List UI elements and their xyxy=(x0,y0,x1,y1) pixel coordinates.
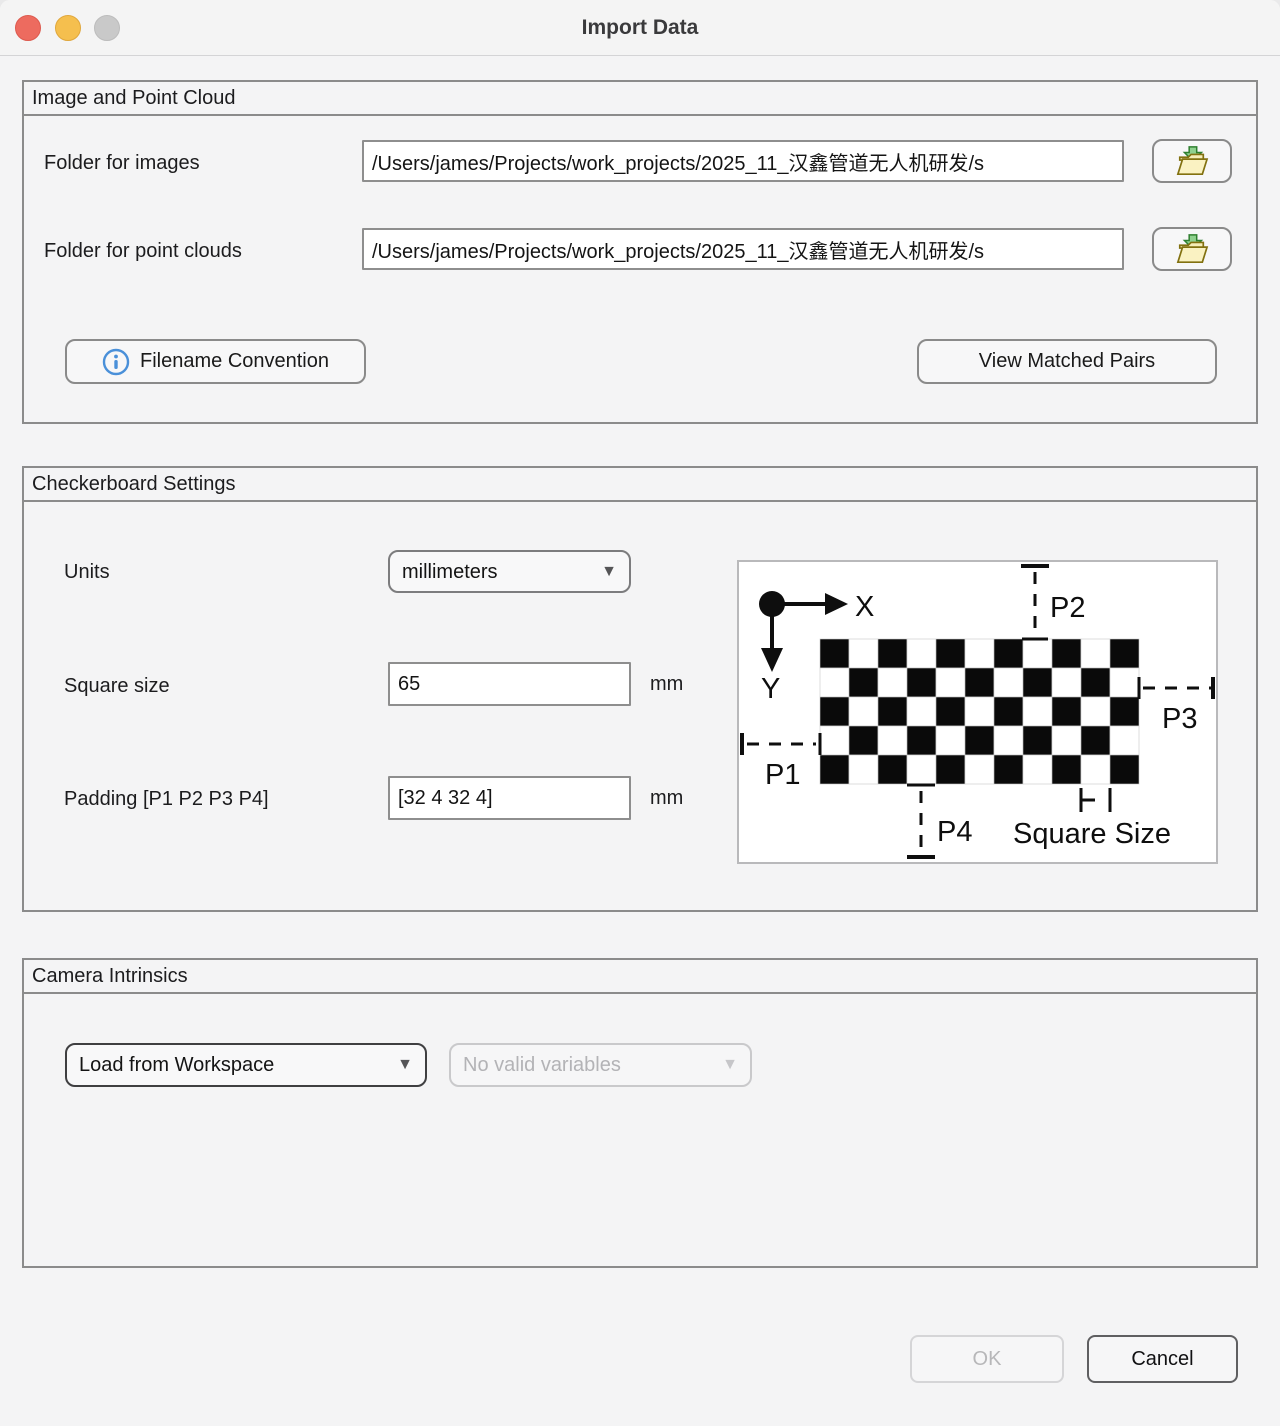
intrinsics-source-value: Load from Workspace xyxy=(79,1054,274,1076)
chevron-down-icon: ▼ xyxy=(722,1045,738,1085)
square-size-diagram-label: Square Size xyxy=(1013,818,1171,850)
titlebar: Import Data xyxy=(0,0,1280,56)
section-image-and-point-cloud: Image and Point Cloud Folder for images … xyxy=(22,80,1258,424)
padding-unit: mm xyxy=(650,776,683,820)
section-checkerboard-settings: Checkerboard Settings Units millimeters … xyxy=(22,466,1258,912)
checkerboard-diagram: X Y P2 P3 P1 xyxy=(737,560,1218,864)
section-title: Image and Point Cloud xyxy=(24,82,1256,116)
p2-label: P2 xyxy=(1050,592,1085,624)
intrinsics-source-dropdown[interactable]: Load from Workspace ▼ xyxy=(65,1043,427,1087)
units-dropdown[interactable]: millimeters ▼ xyxy=(388,550,631,593)
square-size-unit: mm xyxy=(650,662,683,706)
x-axis-label: X xyxy=(855,591,874,623)
folder-images-label: Folder for images xyxy=(44,142,200,184)
p3-label: P3 xyxy=(1162,703,1197,735)
section-title: Checkerboard Settings xyxy=(24,468,1256,502)
chevron-down-icon: ▼ xyxy=(397,1045,413,1085)
import-data-dialog: Import Data Image and Point Cloud Folder… xyxy=(0,0,1280,1426)
folder-pointclouds-label: Folder for point clouds xyxy=(44,230,242,272)
open-folder-icon xyxy=(1173,233,1211,265)
folder-images-input[interactable] xyxy=(362,140,1124,182)
view-matched-pairs-label: View Matched Pairs xyxy=(979,350,1155,373)
folder-pointclouds-input[interactable] xyxy=(362,228,1124,270)
browse-pointclouds-button[interactable] xyxy=(1152,227,1232,271)
intrinsics-variable-value: No valid variables xyxy=(463,1054,621,1076)
ok-button-disabled: OK xyxy=(910,1335,1064,1383)
x-axis-arrow xyxy=(825,593,848,615)
units-selected-value: millimeters xyxy=(402,561,498,583)
checkerboard-squares xyxy=(820,639,1139,784)
filename-convention-button[interactable]: Filename Convention xyxy=(65,339,366,384)
units-label: Units xyxy=(64,551,110,593)
info-icon xyxy=(102,348,130,376)
browse-images-button[interactable] xyxy=(1152,139,1232,183)
y-axis-arrow xyxy=(761,648,783,672)
p1-label: P1 xyxy=(765,759,800,791)
square-size-input[interactable] xyxy=(388,662,631,706)
intrinsics-variable-dropdown-disabled: No valid variables ▼ xyxy=(449,1043,752,1087)
padding-input[interactable] xyxy=(388,776,631,820)
open-folder-icon xyxy=(1173,145,1211,177)
cancel-button[interactable]: Cancel xyxy=(1087,1335,1238,1383)
section-title: Camera Intrinsics xyxy=(24,960,1256,994)
section-camera-intrinsics: Camera Intrinsics Load from Workspace ▼ … xyxy=(22,958,1258,1268)
padding-label: Padding [P1 P2 P3 P4] xyxy=(64,778,269,820)
view-matched-pairs-button[interactable]: View Matched Pairs xyxy=(917,339,1217,384)
window-title: Import Data xyxy=(0,0,1280,56)
filename-convention-label: Filename Convention xyxy=(140,350,329,373)
square-size-label: Square size xyxy=(64,665,170,707)
chevron-down-icon: ▼ xyxy=(601,552,617,591)
y-axis-label: Y xyxy=(761,673,780,705)
p4-label: P4 xyxy=(937,816,972,848)
